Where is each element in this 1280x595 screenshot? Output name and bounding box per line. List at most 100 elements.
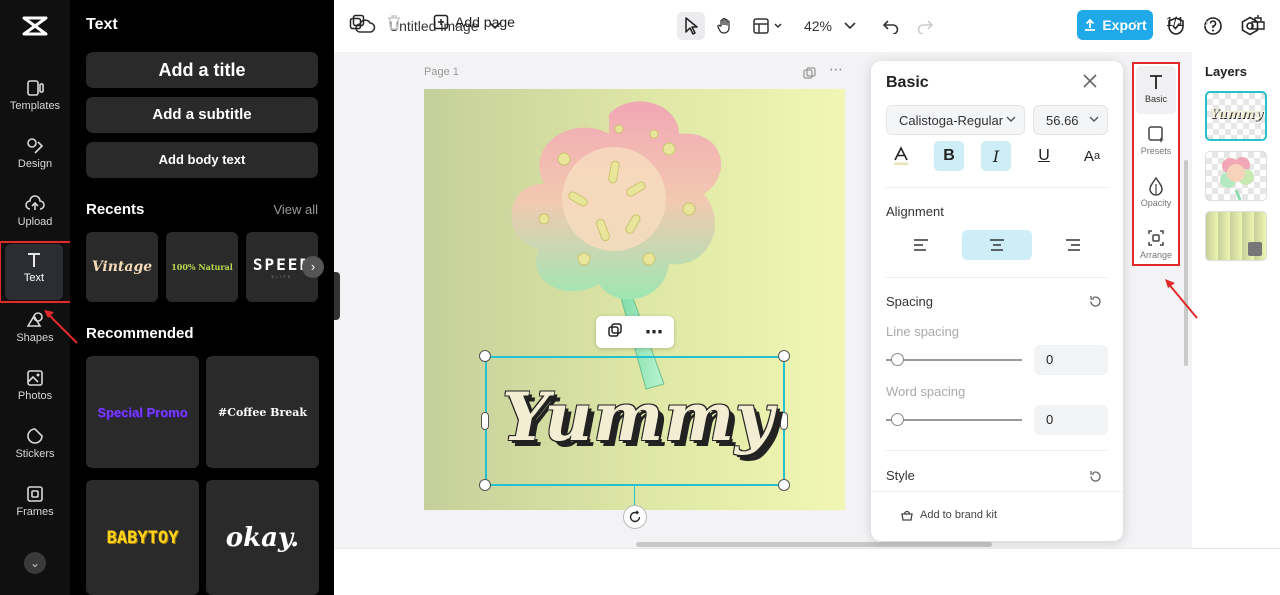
rail-item-text[interactable]: Text [0,241,75,303]
select-cursor-icon[interactable] [677,12,705,40]
recents-title: Recents [86,201,145,218]
chevron-down-icon[interactable] [842,12,858,40]
layer-thumb-yummy: Yummy [1209,107,1263,122]
layout-icon[interactable] [748,12,788,40]
rail-item-upload[interactable]: Upload [0,188,70,244]
word-spacing-slider[interactable] [886,419,1022,421]
tab-basic[interactable]: Basic [1136,66,1176,114]
resize-handle-left[interactable] [481,412,489,430]
panel-collapse-handle[interactable] [334,272,340,320]
delete-trash-icon[interactable] [386,14,402,30]
rotate-icon[interactable] [623,505,647,529]
rail-item-frames[interactable]: Frames [0,478,70,534]
resize-handle-bottom-right[interactable] [778,479,790,491]
element-mini-toolbar: ⋯ [596,316,674,348]
page-counter: 1/1 [1166,14,1185,29]
layers-panel: Layers Yummy [1192,52,1280,548]
rotate-connector [634,486,635,505]
font-family-value: Calistoga-Regular [899,112,1004,128]
view-all-link[interactable]: View all [273,202,318,217]
font-family-select[interactable]: Calistoga-Regular [886,105,1025,135]
layer-item[interactable]: Yummy [1205,91,1267,141]
text-icon [24,250,44,270]
property-tabs-strip: Basic Presets Opacity Arrange [1132,62,1180,266]
tab-opacity[interactable]: Opacity [1136,170,1176,218]
word-spacing-slider-knob[interactable] [891,413,904,426]
template-text-vintage: Vintage [91,259,153,275]
rail-label-design: Design [17,158,53,170]
rail-item-templates[interactable]: Templates [0,72,70,128]
line-spacing-slider-knob[interactable] [891,353,904,366]
add-to-brand-kit-button[interactable]: Add to brand kit [900,509,997,521]
redo-icon[interactable] [912,12,938,40]
reset-icon[interactable] [1089,470,1103,484]
capcut-logo-icon[interactable] [20,12,50,40]
export-button[interactable]: Export [1077,10,1153,40]
undo-icon[interactable] [878,12,904,40]
template-text-natural: 100% Natural [171,262,233,272]
add-body-text-button[interactable]: Add body text [86,142,318,178]
text-case-icon[interactable]: Aa [1077,141,1107,171]
bold-icon[interactable]: B [934,141,964,171]
word-spacing-label: Word spacing [886,384,966,399]
resize-handle-bottom-left[interactable] [479,479,491,491]
duplicate-icon[interactable] [607,322,623,343]
rail-item-stickers[interactable]: Stickers [0,420,70,476]
layer-item[interactable] [1205,211,1267,261]
line-spacing-slider[interactable] [886,359,1022,361]
expand-pages-icon[interactable] [1250,14,1266,30]
template-special-promo[interactable]: Special Promo [86,356,199,468]
tab-opacity-label: Opacity [1140,198,1172,208]
template-okay[interactable]: okay. [206,480,319,595]
tab-arrange[interactable]: Arrange [1136,222,1176,270]
recommended-title: Recommended [86,325,194,342]
align-left-icon[interactable] [886,230,956,260]
reset-icon[interactable] [1089,295,1103,309]
recent-template-vintage[interactable]: Vintage [86,232,158,302]
text-color-icon[interactable] [886,141,916,171]
font-size-select[interactable]: 56.66 [1033,105,1108,135]
add-page-button[interactable]: Add page [433,14,515,30]
align-center-icon[interactable] [962,230,1032,260]
bottom-bar [334,548,1280,595]
page-label: Page 1 [424,66,459,78]
resize-handle-top-right[interactable] [778,350,790,362]
yummy-text-element[interactable]: Yummy [502,378,774,456]
tab-basic-label: Basic [1144,94,1167,104]
template-subtext-speed: ELITE [271,274,293,279]
rail-label-photos: Photos [17,390,53,402]
recent-template-natural[interactable]: 100% Natural [166,232,238,302]
line-spacing-input[interactable]: 0 [1034,345,1108,375]
next-page-icon[interactable]: › [1204,14,1209,30]
rail-item-design[interactable]: Design [0,130,70,186]
chevron-right-icon[interactable]: › [302,256,324,278]
style-label: Style [886,468,915,483]
layer-item[interactable] [1205,151,1267,201]
background-image-icon [1248,242,1262,256]
italic-icon[interactable]: I [981,141,1011,171]
template-coffee-break[interactable]: #Coffee Break [206,356,319,468]
chevron-down-icon[interactable]: ⌄ [24,552,46,574]
rail-label-upload: Upload [17,216,53,228]
canvas-horizontal-scrollbar[interactable] [636,542,992,547]
resize-handle-top-left[interactable] [479,350,491,362]
rail-item-shapes[interactable]: Shapes [0,304,70,360]
add-title-button[interactable]: Add a title [86,52,318,88]
duplicate-page-icon[interactable] [349,14,365,30]
hand-pan-icon[interactable] [712,12,738,40]
align-right-icon[interactable] [1038,230,1108,260]
zoom-level[interactable]: 42% [801,12,835,40]
page-more-icon[interactable]: ⋯ [829,62,845,76]
duplicate-page-icon[interactable] [803,66,817,79]
close-icon[interactable] [1083,74,1099,90]
template-babytoy[interactable]: BABYTOY [86,480,199,595]
resize-handle-right[interactable] [780,412,788,430]
word-spacing-input[interactable]: 0 [1034,405,1108,435]
more-options-icon[interactable]: ⋯ [645,323,663,341]
underline-icon[interactable]: U [1029,141,1059,171]
rail-item-photos[interactable]: Photos [0,362,70,418]
tab-presets[interactable]: Presets [1136,118,1176,166]
add-subtitle-button[interactable]: Add a subtitle [86,97,318,133]
previous-page-icon[interactable]: ‹ [1133,14,1138,30]
properties-scrollbar[interactable] [1184,160,1188,366]
